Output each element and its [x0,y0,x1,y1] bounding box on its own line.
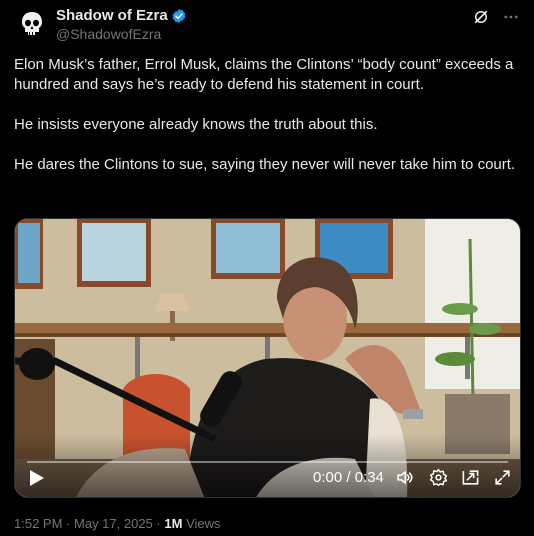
video-time: 0:00 / 0:34 [313,469,384,486]
verified-badge-icon [172,8,186,23]
display-name[interactable]: Shadow of Ezra [56,7,168,24]
avatar[interactable] [14,6,50,42]
tweet-time[interactable]: 1:52 PM [14,516,62,531]
tweet-text: Elon Musk’s father, Errol Musk, claims t… [14,56,516,173]
skull-avatar-icon [14,6,50,42]
tweet-date[interactable]: May 17, 2025 [74,516,153,531]
volume-icon[interactable] [395,468,414,487]
handle[interactable]: @ShadowofEzra [56,26,161,42]
views-label: Views [186,516,221,531]
more-icon[interactable] [502,8,520,26]
play-icon[interactable] [29,469,45,487]
pip-icon[interactable] [461,468,480,487]
fullscreen-icon[interactable] [493,468,512,487]
views-count: 1M [164,516,183,531]
meta-separator: · [66,516,71,531]
settings-icon[interactable] [429,468,448,487]
video-controls: 0:00 / 0:34 [15,457,520,497]
meta-separator-2: · [156,516,161,531]
grok-icon[interactable] [472,8,490,26]
tweet-header: Shadow of Ezra @ShadowofEzra [14,6,520,42]
tweet-meta: 1:52 PM · May 17, 2025 · 1M Views [14,516,221,531]
video-player[interactable]: 0:00 / 0:34 [14,218,521,498]
progress-bar[interactable] [27,461,508,463]
